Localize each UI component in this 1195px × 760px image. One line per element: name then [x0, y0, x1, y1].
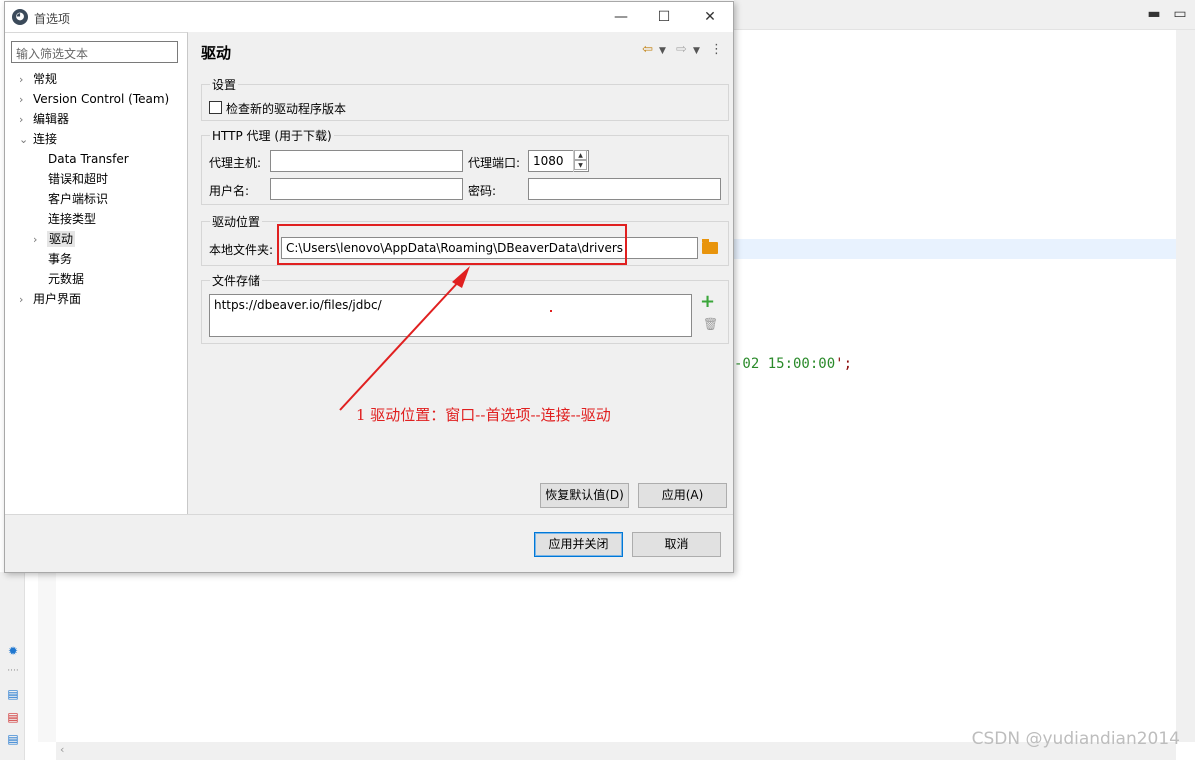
annotation-arrow: [339, 266, 470, 411]
annotation-text: 1 驱动位置：窗口--首选项--连接--驱动: [356, 406, 611, 424]
arrow-shaft: [339, 277, 463, 411]
